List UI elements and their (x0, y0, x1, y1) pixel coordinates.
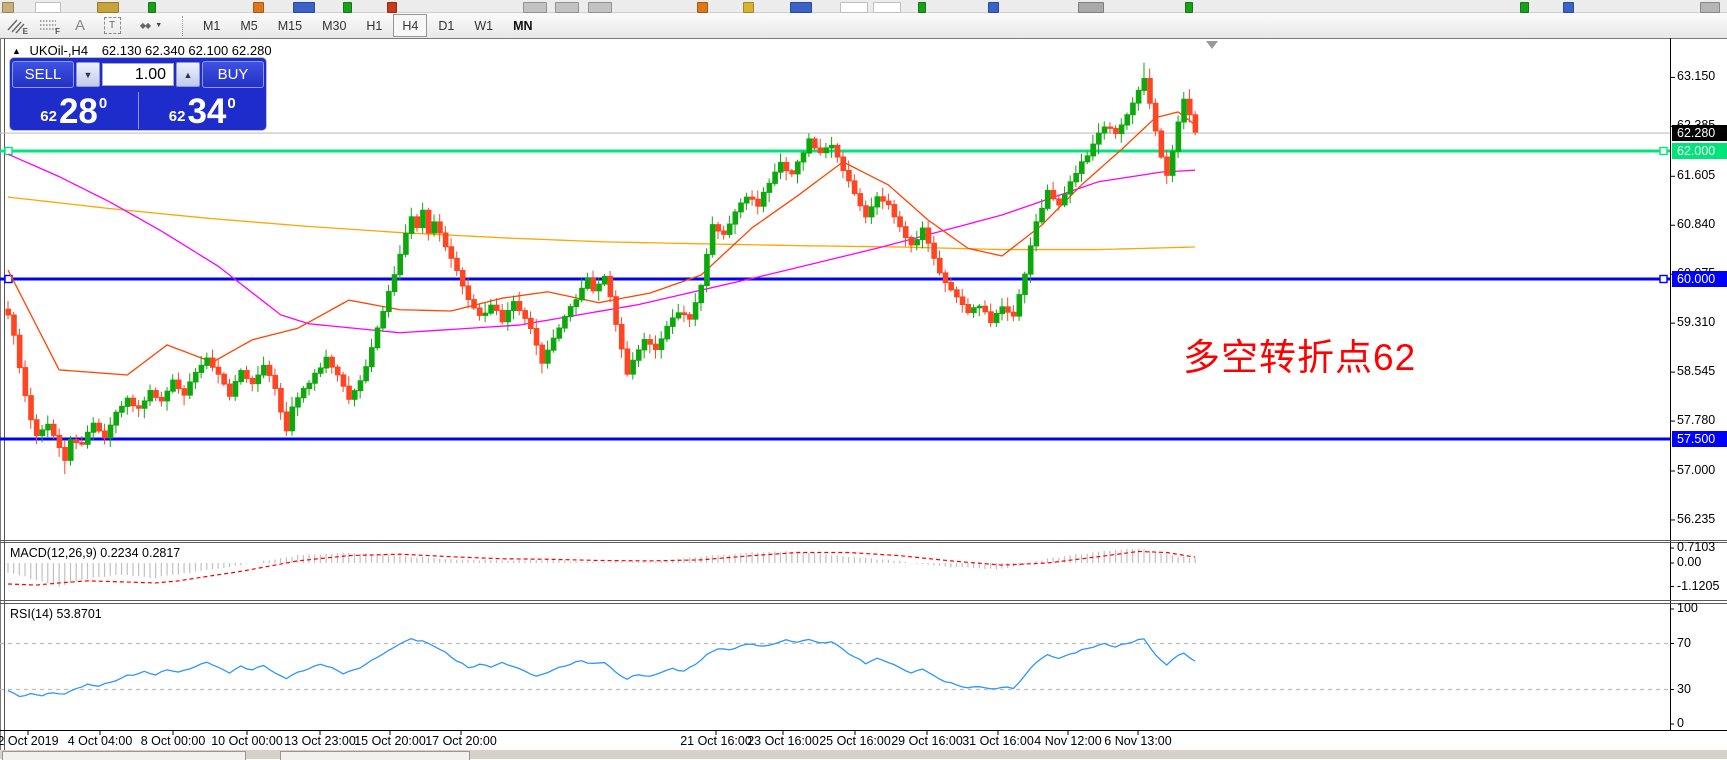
level-price-box: 60.000 (1672, 271, 1727, 287)
rsi-line (7, 638, 1196, 698)
price-tick-label: 58.545 (1677, 364, 1716, 379)
price-tick-label: 61.605 (1677, 168, 1716, 183)
time-tick-label: 23 Oct 16:00 (747, 734, 819, 748)
buy-price-prefix: 62 (168, 108, 186, 125)
time-tick-label: 17 Oct 20:00 (425, 734, 497, 748)
buy-price-sup: 0 (227, 95, 236, 112)
level-price-box: 62.000 (1672, 143, 1727, 159)
rsi-tick-label: 100 (1677, 601, 1698, 615)
hline-handle[interactable] (4, 146, 13, 156)
time-tick-label: 15 Oct 20:00 (354, 734, 426, 748)
macd-tick-label: -1.1205 (1677, 578, 1720, 593)
time-tick-label: 21 Oct 16:00 (680, 734, 752, 748)
price-tick-label: 57.000 (1677, 463, 1716, 477)
sell-price-sup: 0 (98, 95, 108, 112)
macd-signal-line (7, 550, 1196, 586)
macd-tick-label: 0.00 (1677, 555, 1702, 569)
price-tick-label: 57.780 (1677, 413, 1716, 428)
volume-increase-button[interactable]: ▲ (176, 62, 200, 87)
collapse-arrow-icon[interactable]: ▲ (12, 46, 21, 56)
time-tick-label: 2 Oct 2019 (0, 734, 59, 748)
rsi-pane-label: RSI(14) 53.8701 (10, 607, 102, 621)
buy-price-display[interactable]: 62 34 0 (139, 90, 267, 131)
hline-handle[interactable] (1659, 146, 1668, 156)
bid-price-box: 62.280 (1672, 125, 1727, 142)
sell-price-big: 28 (58, 92, 98, 131)
sell-price-prefix: 62 (40, 108, 57, 125)
chart-text-annotation[interactable]: 多空转折点62 (1183, 327, 1416, 381)
time-tick-label: 6 Nov 13:00 (1104, 734, 1172, 748)
ohlc-values: 62.130 62.340 62.100 62.280 (101, 43, 272, 58)
price-tick-label: 56.235 (1677, 511, 1716, 526)
level-price-box: 57.500 (1672, 431, 1727, 447)
buy-price-big: 34 (187, 92, 227, 131)
sell-button[interactable]: SELL (12, 61, 74, 88)
rsi-tick-label: 70 (1677, 635, 1691, 650)
price-tick-label: 60.840 (1677, 217, 1716, 232)
time-tick-label: 13 Oct 23:00 (284, 734, 356, 748)
time-tick-label: 29 Oct 16:00 (891, 734, 963, 748)
time-tick-label: 10 Oct 00:00 (211, 734, 283, 748)
volume-decrease-button[interactable]: ▼ (76, 62, 100, 87)
one-click-trading-panel: SELL ▼ 1.00 ▲ BUY 62 28 0 62 34 0 (10, 58, 266, 130)
time-tick-label: 8 Oct 00:00 (140, 734, 206, 748)
time-tick-label: 25 Oct 16:00 (819, 734, 891, 748)
chart-title: ▲ UKOil-,H4 62.130 62.340 62.100 62.280 (12, 43, 272, 58)
rsi-tick-label: 0 (1677, 716, 1684, 730)
time-tick-label: 4 Nov 12:00 (1034, 734, 1102, 748)
time-tick-label: 31 Oct 16:00 (962, 734, 1034, 748)
price-tick-label: 63.150 (1677, 69, 1716, 84)
ma-slow-line (7, 196, 1196, 251)
macd-pane-label: MACD(12,26,9) 0.2234 0.2817 (10, 546, 181, 560)
macd-tick-label: 0.7103 (1677, 540, 1716, 555)
rsi-tick-label: 30 (1677, 681, 1691, 696)
symbol-period-label: UKOil-,H4 (29, 43, 89, 58)
buy-button[interactable]: BUY (202, 61, 264, 88)
hline-handle[interactable] (1659, 274, 1668, 284)
price-tick-label: 59.310 (1677, 315, 1716, 330)
sell-price-display[interactable]: 62 28 0 (10, 90, 138, 131)
bottom-tabs-strip (0, 750, 1727, 760)
time-tick-label: 4 Oct 04:00 (67, 734, 133, 748)
chart-shift-marker[interactable] (1206, 41, 1218, 49)
volume-field[interactable]: 1.00 (102, 63, 174, 86)
